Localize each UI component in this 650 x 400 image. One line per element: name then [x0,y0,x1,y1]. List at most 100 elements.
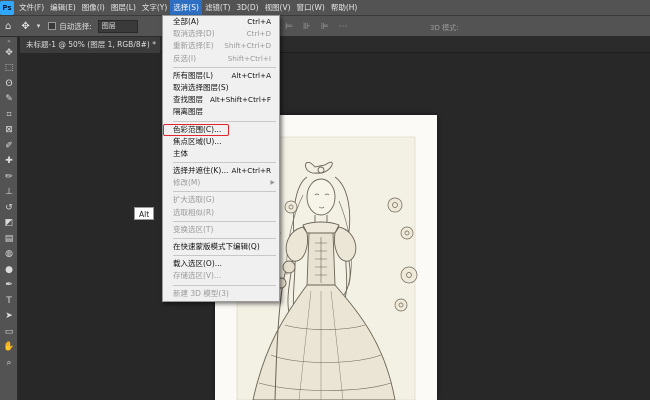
menu-1[interactable]: 编辑(E) [47,0,79,15]
options-bar: ⌂ ✥ ▾ 自动选择: 图层 ⊨ ⊪ ⊫ ⋯ 3D 模式: [0,15,650,37]
blur-tool-icon[interactable]: ◍ [0,247,18,263]
menu-separator [173,255,276,257]
select-menu-item-label: 选择并遮住(K)... [173,166,229,176]
menu-8[interactable]: 视图(V) [262,0,294,15]
select-menu-item[interactable]: 色彩范围(C)... [163,123,229,136]
move-tool-icon[interactable]: ✥ [16,21,34,32]
select-menu-item-label: 变换选区(T) [173,224,214,234]
select-menu-item: 选取相似(R) [163,207,279,219]
select-menu-item-shortcut: Alt+Ctrl+R [231,166,271,176]
chevron-down-icon[interactable]: ▾ [35,22,43,30]
select-menu-item[interactable]: 在快速蒙版模式下编辑(Q) [163,241,279,253]
menu-separator [173,66,276,68]
select-menu-item-shortcut: Alt+Shift+Ctrl+F [209,95,271,105]
mode-3d-label: 3D 模式: [430,24,459,32]
eyedropper-tool-icon[interactable]: ✐ [0,138,18,154]
rectangle-tool-icon[interactable]: ▭ [0,324,18,340]
document-tab[interactable]: 未标题-1 @ 50% (图层 1, RGB/8#) * × [20,37,160,53]
select-menu-item-shortcut: Shift+Ctrl+I [227,53,271,63]
select-menu-item-label: 焦点区域(U)... [173,136,222,146]
submenu-arrow-icon: ▶ [270,179,275,187]
select-menu-item[interactable]: 载入选区(O)... [163,258,279,270]
auto-select-label: 自动选择: [59,21,92,31]
collapse-icon[interactable]: » [0,37,18,45]
select-menu-item[interactable]: 隔离图层 [163,106,279,118]
history-brush-tool-icon[interactable]: ↺ [0,200,18,216]
menu-bar: Ps 文件(F) 编辑(E) 图像(I) 图层(L) 文字(Y) 选择(S) 滤镜(T) 3D… [0,0,650,15]
select-menu-dropdown: 全部(A) Ctrl+A 取消选择(D) Ctrl+D 重新选择(E) Shift+Ctr… [162,15,280,302]
select-menu-item: 变换选区(T) [163,224,279,236]
select-menu-item-label: 新建 3D 模型(3) [173,288,229,298]
select-menu-item: 修改(M) ▶ [163,177,279,189]
select-menu-item[interactable]: 查找图层 Alt+Shift+Ctrl+F [163,94,279,106]
alt-tooltip: Alt [134,207,155,220]
select-menu-item[interactable]: 全部(A) Ctrl+A [163,16,279,28]
select-menu-item-label: 选取相似(R) [173,207,215,217]
select-menu-item[interactable]: 所有图层(L) Alt+Ctrl+A [163,70,279,82]
select-menu-item[interactable]: 取消选择图层(S) [163,82,279,94]
select-menu-item-shortcut: Shift+Ctrl+D [224,41,271,51]
select-menu-item-label: 反选(I) [173,53,197,63]
menu-3[interactable]: 图层(L) [108,0,139,15]
menu-5[interactable]: 选择(S) [170,0,202,15]
select-menu-item-label: 隔离图层 [173,107,203,117]
menu-10[interactable]: 帮助(H) [328,0,361,15]
tools-panel: » ✥ ⬚ ʘ ✎ ⌗ ⊠ ✐ ✚ ✏ ⊥ ↺ ◩ ▤ ◍ ● ✒ T ➤ ▭ … [0,37,18,400]
select-menu-item-label: 载入选区(O)... [173,259,222,269]
select-menu-item-label: 修改(M) [173,178,201,188]
align-right-icon[interactable]: ⊫ [321,22,329,32]
move-tool-icon[interactable]: ✥ [0,45,18,61]
menu-separator [173,162,276,164]
menu-separator [173,238,276,239]
menu-2[interactable]: 图像(I) [79,0,108,15]
pen-tool-icon[interactable]: ✒ [0,278,18,294]
select-menu-item[interactable]: 焦点区域(U)... [163,136,279,148]
align-left-icon[interactable]: ⊨ [285,22,293,32]
healing-brush-tool-icon[interactable]: ✚ [0,154,18,170]
menu-items: 文件(F) 编辑(E) 图像(I) 图层(L) 文字(Y) 选择(S) 滤镜(T) 3D(D)… [16,0,360,15]
select-menu-item[interactable]: 主体 [163,148,279,160]
document-tab-label: 未标题-1 @ 50% (图层 1, RGB/8#) * [26,40,156,49]
menu-7[interactable]: 3D(D) [233,0,261,15]
hand-tool-icon[interactable]: ✋ [0,340,18,356]
select-menu-item-label: 扩大选取(G) [173,195,215,205]
select-menu-item: 取消选择(D) Ctrl+D [163,28,279,40]
select-menu-item-shortcut: Alt+Ctrl+A [231,70,271,80]
select-menu-item-label: 查找图层 [173,95,203,105]
quick-select-tool-icon[interactable]: ✎ [0,92,18,108]
clone-stamp-tool-icon[interactable]: ⊥ [0,185,18,201]
menu-separator [173,284,276,286]
menu-9[interactable]: 窗口(W) [294,0,328,15]
document-tab-bar: 未标题-1 @ 50% (图层 1, RGB/8#) * × [20,37,650,53]
gradient-tool-icon[interactable]: ▤ [0,231,18,247]
zoom-tool-icon[interactable]: ⌕ [0,355,18,371]
home-icon[interactable]: ⌂ [0,21,16,32]
select-menu-item[interactable]: 选择并遮住(K)... Alt+Ctrl+R [163,165,279,177]
menu-4[interactable]: 文字(Y) [139,0,170,15]
select-menu-item-label: 所有图层(L) [173,70,214,80]
distribute-icon[interactable]: ⋯ [339,22,348,32]
eraser-tool-icon[interactable]: ◩ [0,216,18,232]
layer-select-dropdown[interactable]: 图层 [97,19,138,33]
photoshop-logo[interactable]: Ps [0,0,14,15]
path-select-tool-icon[interactable]: ➤ [0,309,18,325]
brush-tool-icon[interactable]: ✏ [0,169,18,185]
menu-6[interactable]: 滤镜(T) [202,0,233,15]
select-menu-item-label: 在快速蒙版模式下编辑(Q) [173,242,260,251]
frame-tool-icon[interactable]: ⊠ [0,123,18,139]
select-menu-item-shortcut: Ctrl+D [246,29,271,39]
align-center-icon[interactable]: ⊪ [303,22,311,32]
select-menu-item-label: 全部(A) [173,17,199,26]
crop-tool-icon[interactable]: ⌗ [0,107,18,123]
select-menu-item: 反选(I) Shift+Ctrl+I [163,53,279,65]
menu-0[interactable]: 文件(F) [16,0,47,15]
select-menu-item: 扩大选取(G) [163,194,279,206]
select-menu-item: 重新选择(E) Shift+Ctrl+D [163,40,279,52]
select-menu-item-label: 存储选区(V)... [173,271,222,281]
auto-select-checkbox[interactable] [48,22,57,30]
dodge-tool-icon[interactable]: ● [0,262,18,278]
type-tool-icon[interactable]: T [0,293,18,309]
lasso-tool-icon[interactable]: ʘ [0,76,18,92]
marquee-tool-icon[interactable]: ⬚ [0,61,18,77]
menu-separator [173,220,276,222]
